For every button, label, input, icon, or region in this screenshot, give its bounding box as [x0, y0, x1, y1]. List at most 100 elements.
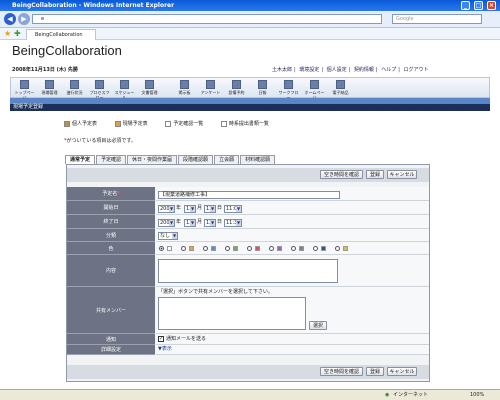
color-options [156, 242, 429, 255]
color-swatch [211, 246, 216, 251]
progress-icon [70, 80, 79, 89]
color-radio[interactable] [181, 246, 186, 251]
color-radio[interactable] [159, 246, 164, 251]
board-icon [180, 80, 189, 89]
detail-toggle[interactable]: ▼表示 [158, 346, 172, 353]
color-radio[interactable] [291, 246, 296, 251]
home-icon [20, 80, 29, 89]
members-label: 共有メンバー [67, 287, 155, 334]
toolbar-facility[interactable]: 設備予約 [225, 79, 248, 98]
link-personal[interactable]: 個人設定 [327, 67, 347, 73]
link-logout[interactable]: ログアウト [403, 67, 428, 73]
select-members-button[interactable]: 選択 [309, 321, 327, 330]
toolbar-top[interactable]: トップページ [13, 79, 36, 100]
title-label: 予定名 * [67, 187, 155, 201]
delivery-icon [336, 80, 345, 89]
color-radio[interactable] [313, 246, 318, 251]
top-button-row: 空き時間を確認 登録 キャンセル [67, 168, 429, 182]
title-input[interactable]: 【現業道路補修工事】 [158, 191, 340, 199]
toolbar-report[interactable]: 日報 [251, 79, 274, 98]
toolbar-board[interactable]: 掲示板 [173, 79, 196, 98]
register-button-bottom[interactable]: 登録 [366, 367, 384, 376]
notify-text: 通知メールを送る [166, 336, 207, 342]
members-row: 共有メンバー 「選択」ボタンで共有メンバーを選択して下さい。 選択 [67, 287, 429, 334]
notify-checkbox[interactable]: ✓ [158, 336, 164, 342]
toolbar-workflow[interactable]: ワークフロー [277, 79, 300, 100]
color-swatch [167, 246, 172, 251]
color-radio[interactable] [225, 246, 230, 251]
toolbar-schedule[interactable]: スケジュール [113, 79, 136, 100]
tab-normal[interactable]: 通常予定 [65, 155, 96, 164]
start-month-select[interactable]: 11 [184, 205, 196, 213]
maximize-button[interactable]: □ [474, 1, 483, 10]
check-time-button[interactable]: 空き時間を確認 [320, 170, 363, 179]
toolbar-survey[interactable]: アンケート [199, 79, 222, 98]
section-title: 現場予定登録 [10, 104, 490, 111]
check-time-button-bottom[interactable]: 空き時間を確認 [320, 367, 363, 376]
survey-icon [206, 80, 215, 89]
color-swatch [299, 246, 304, 251]
toolbar-site[interactable]: 現場管理 [38, 79, 61, 98]
start-time-select[interactable]: 11:00 [224, 205, 242, 213]
browser-tab[interactable]: BeingCollaboration [26, 29, 96, 40]
end-month-select[interactable]: 11 [184, 219, 196, 227]
color-swatch [255, 246, 260, 251]
color-radio[interactable] [269, 246, 274, 251]
cancel-button-bottom[interactable]: キャンセル [387, 367, 417, 376]
members-list[interactable] [158, 297, 306, 330]
zone-text: インターネット [393, 392, 429, 398]
favorites-star-icon[interactable]: ★ [4, 29, 11, 38]
search-input[interactable]: Google [392, 14, 482, 24]
toolbar-homepage[interactable]: ホームページ [303, 79, 326, 100]
title-row: 予定名 * 【現業道路補修工事】 [67, 187, 429, 201]
calendar-icon [120, 80, 129, 89]
schedule-list-link[interactable]: 予定確認一覧 [165, 120, 211, 127]
cancel-button[interactable]: キャンセル [387, 170, 417, 179]
start-label: 開始日 [67, 201, 155, 215]
window-title: BeingCollaboration - Windows Internet Ex… [12, 2, 175, 9]
zoom-level[interactable]: 100% [470, 390, 484, 400]
start-day-select[interactable]: 13 [204, 205, 216, 213]
submission-list-link[interactable]: 時系提出書類一覧 [220, 120, 277, 127]
url-input[interactable]: e [32, 14, 382, 24]
back-icon[interactable]: ◀ [4, 13, 16, 25]
link-contract[interactable]: 契約情報 [354, 67, 374, 73]
tab-holiday[interactable]: 休日・夜間作業届 [127, 155, 178, 164]
add-favorite-icon[interactable]: ✚ [14, 29, 21, 38]
color-radio[interactable] [335, 246, 340, 251]
color-row: 色 [67, 242, 429, 255]
tab-attendance[interactable]: 立会願 [214, 155, 240, 164]
app-toolbar: トップページ 現場管理 進行状況 プロセスフロー スケジュール 文書管理 掲示板… [10, 77, 490, 100]
tab-material[interactable]: 材料確認願 [240, 155, 276, 164]
toolbar-flow[interactable]: プロセスフロー [88, 79, 111, 100]
end-day-select[interactable]: 13 [204, 219, 216, 227]
user-name: 土木太郎 [272, 67, 293, 73]
forward-icon[interactable]: ▶ [18, 13, 30, 25]
report-icon [258, 80, 267, 89]
content-textarea[interactable] [158, 259, 338, 283]
close-window-button[interactable]: × [487, 1, 496, 10]
bottom-button-row: 空き時間を確認 登録 キャンセル [67, 365, 429, 379]
toolbar-delivery[interactable]: 電子納品 [329, 79, 352, 98]
color-radio[interactable] [203, 246, 208, 251]
toolbar-progress[interactable]: 進行状況 [63, 79, 86, 98]
link-environment[interactable]: 環境設定 [299, 67, 319, 73]
category-select[interactable]: なし [158, 232, 178, 240]
link-help[interactable]: ヘルプ [381, 67, 396, 73]
tab-confirm[interactable]: 予定確認 [96, 155, 127, 164]
window-titlebar: BeingCollaboration - Windows Internet Ex… [0, 0, 500, 11]
color-radio[interactable] [247, 246, 252, 251]
start-year-select[interactable]: 2008 [158, 205, 175, 213]
toolbar-documents[interactable]: 文書管理 [138, 79, 161, 98]
detail-row: 詳細設定 ▼表示 [67, 345, 429, 355]
personal-schedule-link[interactable]: 個人予定表 [64, 120, 105, 127]
notify-label: 通知 [67, 334, 155, 345]
end-year-select[interactable]: 2008 [158, 219, 175, 227]
tab-stage[interactable]: 段階確認願 [178, 155, 214, 164]
end-time-select[interactable]: 11:30 [224, 219, 242, 227]
register-button[interactable]: 登録 [366, 170, 384, 179]
site-schedule-link[interactable]: 現場予定表 [114, 120, 156, 127]
flow-icon [95, 80, 104, 89]
end-label: 終了日 [67, 215, 155, 229]
minimize-button[interactable]: _ [461, 1, 470, 10]
